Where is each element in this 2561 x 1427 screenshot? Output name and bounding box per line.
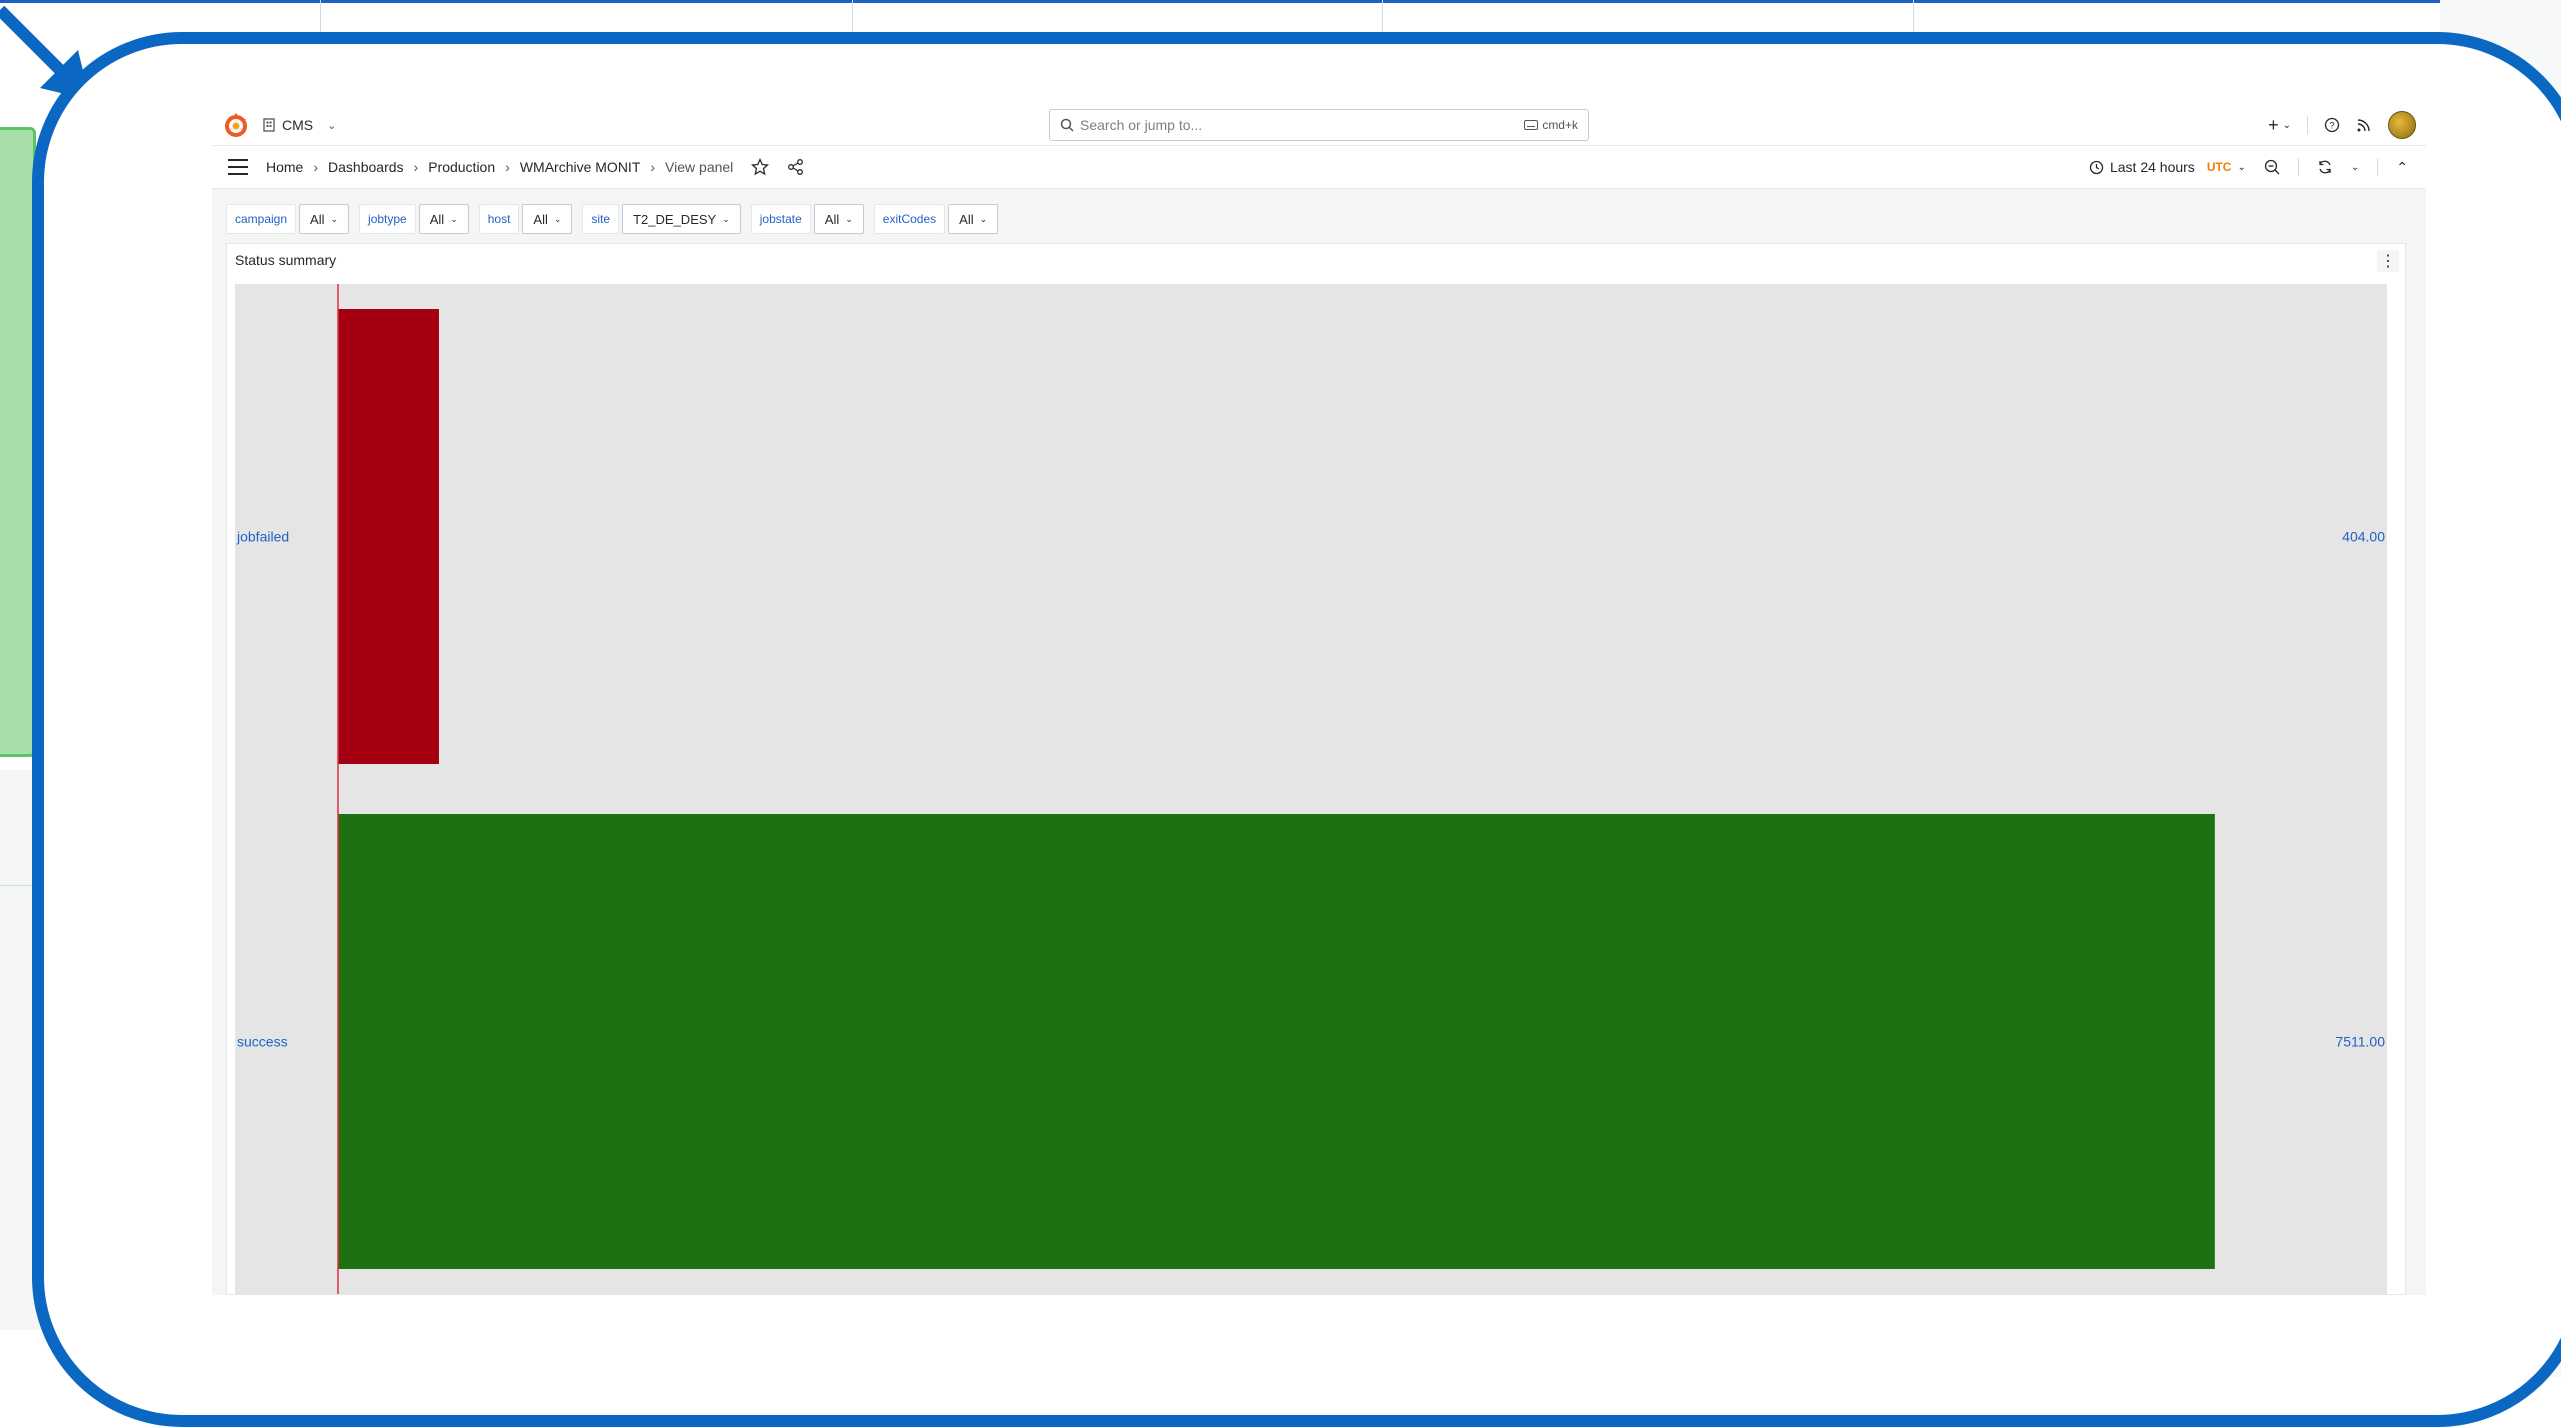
variable-select[interactable]: All ⌄	[522, 204, 573, 234]
nav-bar: Home › Dashboards › Production › WMArchi…	[212, 146, 2426, 189]
divider	[2297, 158, 2299, 176]
timezone-label: UTC	[2206, 160, 2232, 174]
nav-bar-actions: Last 24 hours UTC ⌄ ⌄ ⌃	[2089, 146, 2408, 188]
clock-icon	[2089, 160, 2104, 174]
variable-site: site T2_DE_DESY ⌄	[582, 204, 741, 234]
panel-title: Status summary	[235, 252, 337, 268]
breadcrumb-home[interactable]: Home	[266, 159, 303, 175]
variable-label: exitCodes	[873, 204, 946, 234]
variable-jobstate: jobstate All ⌄	[750, 204, 864, 234]
value-label-jobfailed: 404.00	[2342, 529, 2385, 545]
variable-value: All	[533, 211, 548, 227]
bar-gauge-chart: jobfailed 404.00 success 7511.00	[235, 284, 2387, 1294]
variable-select[interactable]: All ⌄	[948, 204, 999, 234]
time-range-label: Last 24 hours	[2109, 159, 2195, 175]
org-switcher[interactable]: CMS ⌄	[262, 105, 336, 145]
divider	[2377, 158, 2379, 176]
star-icon[interactable]	[751, 158, 770, 176]
category-label-jobfailed: jobfailed	[236, 529, 289, 545]
chevron-down-icon: ⌄	[450, 213, 458, 224]
keyboard-icon	[1524, 120, 1539, 130]
top-bar: CMS ⌄ Search or jump to... cmd+k + ⌄ ?	[212, 105, 2426, 146]
background-green-panel	[0, 127, 36, 757]
variable-jobtype: jobtype All ⌄	[359, 204, 469, 234]
chevron-down-icon: ⌄	[2237, 161, 2246, 173]
variable-label: host	[478, 204, 520, 234]
variable-value: All	[310, 211, 325, 227]
add-new-button[interactable]: + ⌄	[2268, 115, 2291, 136]
bar-success	[338, 814, 2215, 1269]
zoom-out-icon[interactable]	[2264, 159, 2280, 175]
chevron-right-icon: ›	[313, 159, 319, 175]
refresh-icon[interactable]	[2317, 159, 2333, 175]
org-name: CMS	[282, 117, 314, 133]
chevron-right-icon: ›	[413, 159, 419, 175]
variable-label: campaign	[226, 204, 297, 234]
menu-icon[interactable]	[228, 159, 248, 175]
refresh-interval-chevron-down-icon[interactable]: ⌄	[2351, 162, 2359, 173]
variable-label: jobtype	[359, 204, 416, 234]
value-label-success: 7511.00	[2335, 1034, 2385, 1050]
bar-jobfailed	[338, 309, 439, 764]
variable-host: host All ⌄	[478, 204, 573, 234]
variable-label: jobstate	[750, 204, 811, 234]
chevron-down-icon: ⌄	[553, 213, 562, 224]
panel-menu-icon[interactable]: ⋮	[2377, 250, 2399, 272]
breadcrumb: Home › Dashboards › Production › WMArchi…	[266, 146, 805, 188]
grafana-app: CMS ⌄ Search or jump to... cmd+k + ⌄ ? H…	[212, 105, 2426, 1295]
variable-select[interactable]: All ⌄	[418, 204, 469, 234]
svg-text:?: ?	[2329, 121, 2334, 131]
search-input[interactable]: Search or jump to... cmd+k	[1049, 109, 1589, 141]
chevron-down-icon: ⌄	[722, 213, 730, 224]
variable-select[interactable]: All ⌄	[299, 204, 350, 234]
variable-value: All	[959, 211, 974, 227]
plus-icon: +	[2268, 114, 2279, 135]
variable-value: T2_DE_DESY	[633, 211, 717, 227]
help-icon[interactable]: ?	[2324, 117, 2340, 133]
collapse-chevron-up-icon[interactable]: ⌃	[2396, 159, 2408, 176]
grafana-logo-icon[interactable]	[222, 111, 250, 139]
search-shortcut-text: cmd+k	[1542, 118, 1578, 132]
chevron-down-icon: ⌄	[845, 213, 853, 224]
breadcrumb-current: View panel	[665, 159, 734, 175]
variable-value: All	[429, 211, 445, 227]
variable-exitcodes: exitCodes All ⌄	[873, 204, 999, 234]
breadcrumb-production[interactable]: Production	[428, 159, 495, 175]
variable-select[interactable]: T2_DE_DESY ⌄	[622, 204, 741, 234]
chevron-down-icon: ⌄	[330, 213, 339, 224]
breadcrumb-dashboards[interactable]: Dashboards	[328, 159, 404, 175]
chevron-right-icon: ›	[505, 159, 510, 175]
search-placeholder: Search or jump to...	[1080, 117, 1203, 133]
variable-value: All	[824, 211, 840, 227]
building-icon	[263, 118, 275, 132]
time-range-picker[interactable]: Last 24 hours UTC ⌄	[2089, 159, 2246, 175]
share-icon[interactable]	[787, 158, 805, 176]
variable-label: site	[582, 204, 620, 234]
search-shortcut: cmd+k	[1524, 118, 1578, 132]
variables-bar: campaign All ⌄ jobtype All ⌄ host All ⌄ sit…	[226, 203, 999, 235]
breadcrumb-dashboard[interactable]: WMArchive MONIT	[520, 159, 641, 175]
status-summary-panel: Status summary ⋮ jobfailed 404.00 success 7…	[226, 243, 2406, 1295]
divider	[2307, 116, 2308, 134]
variable-select[interactable]: All ⌄	[813, 204, 864, 234]
background-dashboard-topline	[0, 0, 2561, 3]
chevron-down-icon: ⌄	[327, 119, 337, 132]
category-label-success: success	[237, 1034, 288, 1050]
user-avatar[interactable]	[2388, 111, 2416, 139]
search-icon	[1060, 118, 1074, 132]
chevron-down-icon: ⌄	[979, 213, 988, 224]
news-feed-icon[interactable]	[2356, 117, 2372, 133]
chevron-right-icon: ›	[650, 159, 656, 175]
top-bar-actions: + ⌄ ?	[2268, 105, 2416, 145]
chevron-down-icon: ⌄	[2282, 119, 2291, 131]
variable-campaign: campaign All ⌄	[226, 204, 350, 234]
